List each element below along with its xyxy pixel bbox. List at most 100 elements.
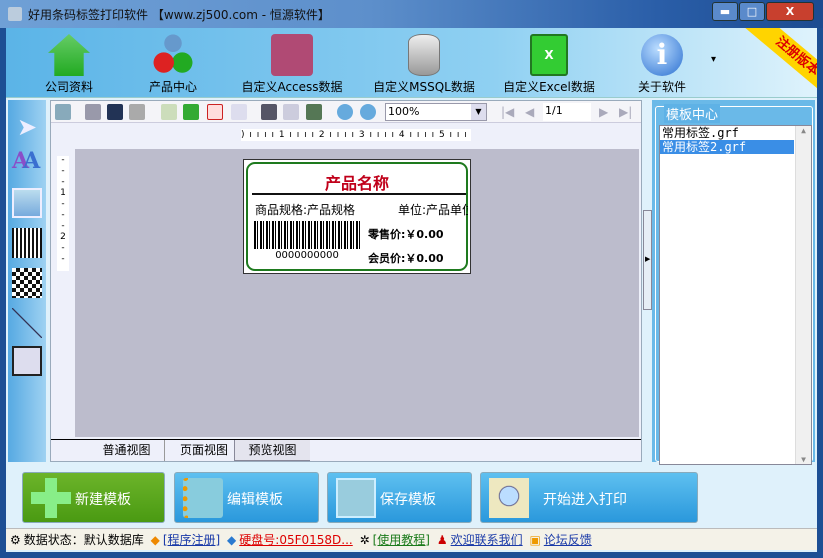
label-title[interactable]: 产品名称 <box>248 170 466 194</box>
image-tool-icon[interactable] <box>12 188 42 218</box>
chevron-right-icon[interactable]: ▶ <box>645 255 650 263</box>
member-price[interactable]: 会员价:￥0.00 <box>368 250 444 266</box>
toolbar-mssql-data[interactable]: 自定义MSSQL数据 <box>370 28 478 98</box>
forum-link[interactable]: 论坛反馈 <box>544 533 592 547</box>
print-icon[interactable] <box>85 104 101 120</box>
page-input[interactable]: 1/1 <box>543 103 591 121</box>
title-bar: 好用条码标签打印软件 【www.zj500.com - 恒源软件】 ▬ □ X <box>0 0 823 28</box>
prev-page-icon[interactable]: ◀ <box>525 105 534 119</box>
main-toolbar: 公司资料 产品中心 自定义Access数据 自定义MSSQL数据 X 自定义Ex… <box>6 28 817 98</box>
toolbar-label: 关于软件 <box>637 80 686 94</box>
toolbar-about[interactable]: i 关于软件 <box>626 28 698 98</box>
zoom-select[interactable]: 100% ▼ <box>385 103 487 121</box>
excel-icon: X <box>530 34 568 76</box>
template-list[interactable]: 常用标签.grf 常用标签2.grf ▲ ▼ <box>659 125 812 465</box>
start-print-button[interactable]: 开始进入打印 <box>480 472 698 523</box>
print-preview-icon <box>489 478 529 518</box>
tab-preview-view[interactable]: 预览视图 <box>234 440 310 461</box>
maximize-button[interactable]: □ <box>739 2 765 21</box>
retail-price[interactable]: 零售价:￥0.00 <box>368 226 444 242</box>
close-button[interactable]: X <box>766 2 814 21</box>
info-icon: i <box>641 34 683 76</box>
new-template-button[interactable]: 新建模板 <box>22 472 165 523</box>
tab-page-view[interactable]: 页面视图 <box>166 440 242 461</box>
chevron-down-icon[interactable]: ▼ <box>471 104 486 120</box>
view-tabs: 普通视图 页面视图 预览视图 <box>51 439 641 461</box>
button-label: 开始进入打印 <box>543 492 627 508</box>
ruler-tick: - <box>61 254 65 264</box>
save-template-button[interactable]: 保存模板 <box>327 472 472 523</box>
page-setup-icon[interactable] <box>261 104 277 120</box>
qq-penguin-icon: ♟ <box>436 533 448 547</box>
toolbar-product-center[interactable]: 产品中心 <box>138 28 208 98</box>
forum-icon: ▣ <box>529 533 541 547</box>
next-page-icon[interactable]: ▶ <box>599 105 608 119</box>
toolbar-company-info[interactable]: 公司资料 <box>34 28 104 98</box>
register-link[interactable]: [程序注册] <box>163 533 220 547</box>
toolbar-label: 自定义Excel数据 <box>503 80 595 94</box>
button-label: 新建模板 <box>75 492 131 508</box>
label-unit[interactable]: 单位:产品单位 <box>398 201 468 218</box>
app-icon <box>8 7 22 21</box>
status-bar: ⚙ 数据状态：默认数据库 ◆ [程序注册] ◆ 硬盘号:05F0158D... ✲ [使… <box>6 528 817 550</box>
template-center-panel: 模板中心 常用标签.grf 常用标签2.grf ▲ ▼ <box>652 100 815 465</box>
pdf-export-icon[interactable] <box>207 104 223 120</box>
book-icon[interactable] <box>107 104 123 120</box>
tools-icon[interactable] <box>129 104 145 120</box>
toolbar-label: 产品中心 <box>148 80 197 94</box>
usb-key-icon: ◆ <box>227 533 237 547</box>
database-status-icon: ⚙ <box>10 533 21 547</box>
first-page-icon[interactable]: |◀ <box>501 105 514 119</box>
list-item[interactable]: 常用标签2.grf <box>660 140 794 154</box>
pointer-tool-icon[interactable]: ➤ <box>12 112 42 142</box>
toolbar-excel-data[interactable]: X 自定义Excel数据 <box>494 28 604 98</box>
access-key-icon <box>271 34 313 76</box>
designer-toolbar: 100% ▼ |◀ ◀ 1/1 ▶ ▶| <box>51 101 641 123</box>
toolbar-overflow-button[interactable]: ▾ <box>711 54 716 65</box>
list-scrollbar[interactable]: ▲ ▼ <box>795 126 811 464</box>
barcode-image[interactable] <box>254 221 360 249</box>
panel-splitter[interactable]: ▶ <box>643 210 652 310</box>
line-tool-icon[interactable] <box>12 308 42 338</box>
template-group: 模板中心 常用标签.grf 常用标签2.grf ▲ ▼ <box>655 104 813 465</box>
list-item[interactable]: 常用标签.grf <box>660 126 794 140</box>
excel-export-icon[interactable] <box>183 104 199 120</box>
barcode-tool-icon[interactable] <box>12 228 42 258</box>
tab-normal-view[interactable]: 普通视图 <box>89 440 165 461</box>
toolbar-access-data[interactable]: 自定义Access数据 <box>236 28 348 98</box>
label-spec[interactable]: 商品规格:产品规格 <box>255 201 355 218</box>
zoom-value: 100% <box>388 105 420 118</box>
export-icon[interactable] <box>161 104 177 120</box>
window-title: 好用条码标签打印软件 【www.zj500.com - 恒源软件】 <box>28 8 330 22</box>
qrcode-tool-icon[interactable] <box>12 268 42 298</box>
properties-icon[interactable] <box>55 104 71 120</box>
fit-icon[interactable] <box>306 104 322 120</box>
tutorial-link[interactable]: [使用教程] <box>373 533 430 547</box>
film-reel-icon: ✲ <box>359 533 370 547</box>
contact-link[interactable]: 欢迎联系我们 <box>451 533 523 547</box>
title-underline <box>252 193 466 195</box>
button-label: 编辑模板 <box>227 492 283 508</box>
disk-id-link[interactable]: 硬盘号:05F0158D... <box>239 533 352 547</box>
label-designer: 100% ▼ |◀ ◀ 1/1 ▶ ▶| ) ı ı ı ı 1 ı ı ı ı … <box>50 100 642 462</box>
design-canvas[interactable]: 产品名称 商品规格:产品规格 单位:产品单位 0000000000 零售价:￥0… <box>75 149 639 437</box>
plus-icon <box>31 478 71 518</box>
zoom-out-icon[interactable] <box>360 104 376 120</box>
toolbar-label: 自定义Access数据 <box>241 80 343 94</box>
email-icon[interactable] <box>231 104 247 120</box>
text-tool-icon[interactable]: AA <box>12 148 42 178</box>
toolbar-label: 公司资料 <box>44 80 93 94</box>
page-icon[interactable] <box>283 104 299 120</box>
zoom-in-icon[interactable] <box>337 104 353 120</box>
notebook-pencil-icon <box>183 478 223 518</box>
edit-template-button[interactable]: 编辑模板 <box>174 472 319 523</box>
tool-palette: ➤ AA <box>8 100 46 462</box>
house-icon <box>48 34 90 76</box>
register-icon: ◆ <box>150 533 160 547</box>
barcode-number: 0000000000 <box>275 250 339 261</box>
label-template[interactable]: 产品名称 商品规格:产品规格 单位:产品单位 0000000000 零售价:￥0… <box>243 159 471 274</box>
rectangle-tool-icon[interactable] <box>12 346 42 376</box>
vertical-ruler: ---1---2-- <box>57 156 69 271</box>
last-page-icon[interactable]: ▶| <box>619 105 632 119</box>
minimize-button[interactable]: ▬ <box>712 2 738 21</box>
